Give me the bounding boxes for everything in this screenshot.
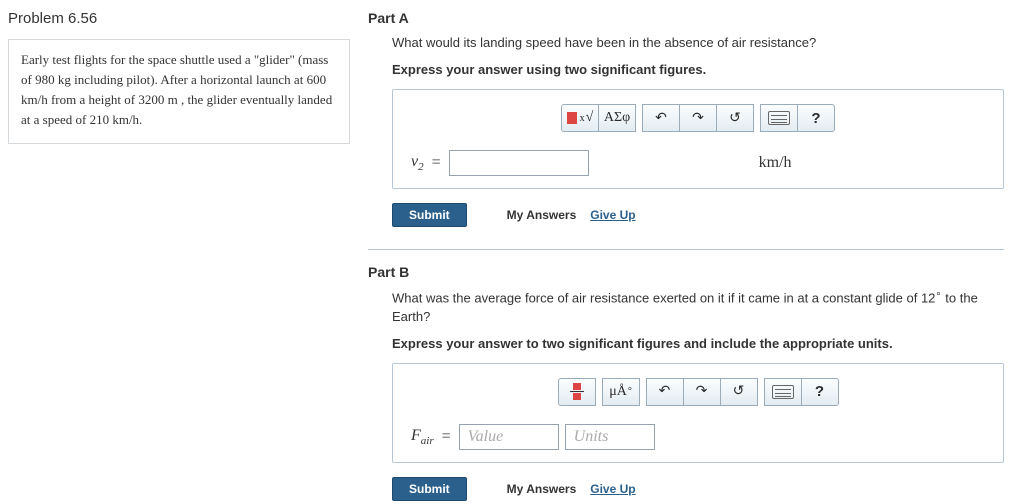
greek-icon[interactable]: ΑΣφ	[598, 104, 636, 132]
give-up-link[interactable]: Give Up	[590, 208, 635, 222]
reset-icon[interactable]: ↺	[720, 378, 758, 406]
fraction-icon[interactable]	[558, 378, 596, 406]
part-b-question: What was the average force of air resist…	[392, 288, 1004, 326]
part-a-question: What would its landing speed have been i…	[392, 34, 1004, 52]
part-a-variable: v2	[411, 153, 424, 173]
templates-icon[interactable]: x√	[561, 104, 599, 132]
part-b-toolbar: μÅ° ↶ ↷ ↺ ?	[407, 378, 989, 406]
part-a-title: Part A	[368, 10, 1004, 26]
my-answers-link[interactable]: My Answers	[507, 482, 577, 496]
problem-title: Problem 6.56	[8, 10, 350, 27]
keyboard-icon[interactable]	[764, 378, 802, 406]
redo-icon[interactable]: ↷	[683, 378, 721, 406]
part-b-value-input[interactable]: Value	[459, 424, 559, 450]
help-icon[interactable]: ?	[797, 104, 835, 132]
part-a-value-input[interactable]	[449, 150, 589, 176]
divider	[368, 249, 1004, 250]
part-a-instruction: Express your answer using two significan…	[392, 62, 1004, 77]
part-b-title: Part B	[368, 264, 1004, 280]
part-b-units-input[interactable]: Units	[565, 424, 655, 450]
undo-icon[interactable]: ↶	[642, 104, 680, 132]
problem-context: Early test flights for the space shuttle…	[8, 39, 350, 144]
undo-icon[interactable]: ↶	[646, 378, 684, 406]
submit-button[interactable]: Submit	[392, 477, 467, 501]
part-a-toolbar: x√ ΑΣφ ↶ ↷ ↺ ?	[407, 104, 989, 132]
submit-button[interactable]: Submit	[392, 203, 467, 227]
reset-icon[interactable]: ↺	[716, 104, 754, 132]
part-b-answer-box: μÅ° ↶ ↷ ↺ ? Fair = Value Units	[392, 363, 1004, 463]
part-b-instruction: Express your answer to two significant f…	[392, 336, 1004, 351]
part-a-unit: km/h	[759, 154, 792, 172]
my-answers-link[interactable]: My Answers	[507, 208, 577, 222]
part-a-answer-box: x√ ΑΣφ ↶ ↷ ↺ ? v2 = km/h	[392, 89, 1004, 189]
help-icon[interactable]: ?	[801, 378, 839, 406]
units-tool-icon[interactable]: μÅ°	[602, 378, 640, 406]
part-b-variable: Fair	[411, 427, 434, 447]
give-up-link[interactable]: Give Up	[590, 482, 635, 496]
keyboard-icon[interactable]	[760, 104, 798, 132]
redo-icon[interactable]: ↷	[679, 104, 717, 132]
